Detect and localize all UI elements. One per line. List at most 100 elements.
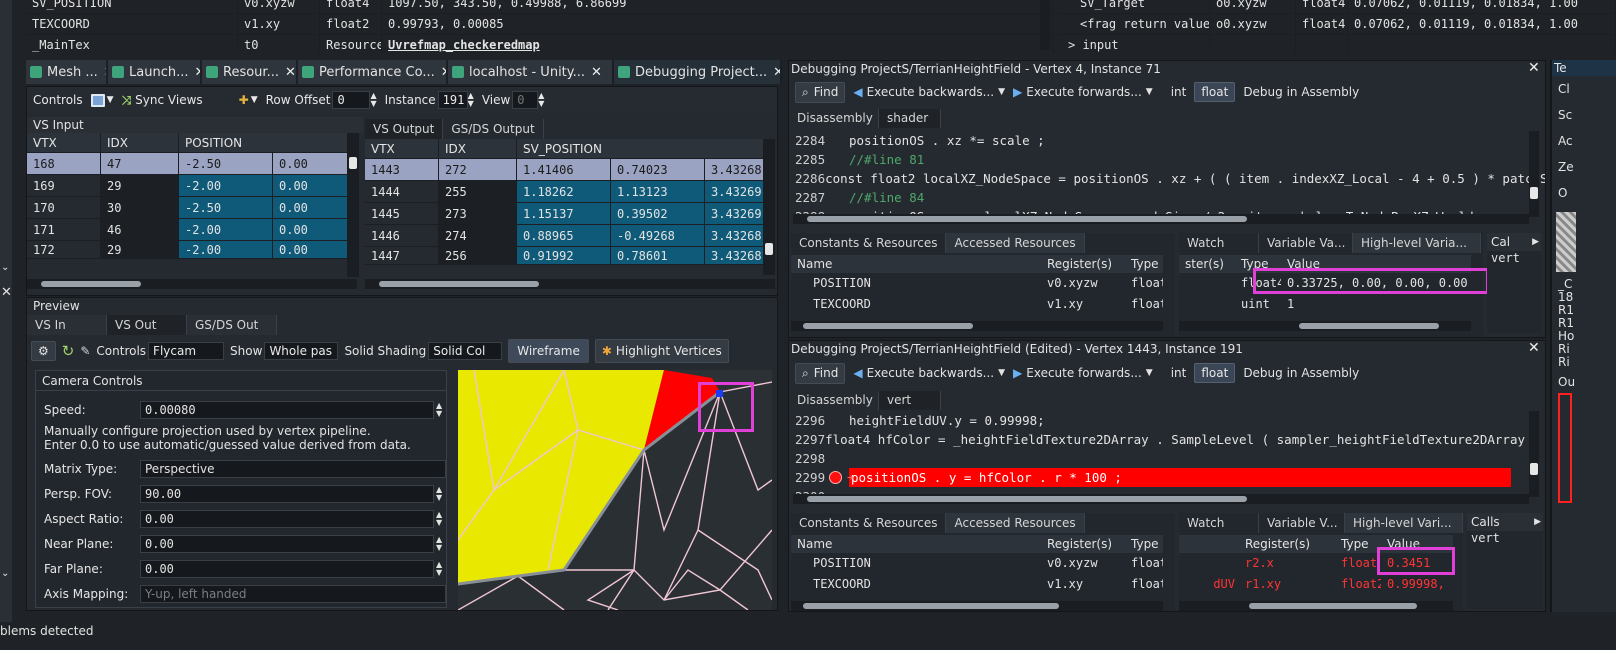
close-icon[interactable]: ✕ [1528, 341, 1540, 356]
tab-accessed-resources[interactable]: Accessed Resources [946, 513, 1085, 533]
close-icon[interactable]: ✕ [285, 65, 296, 80]
int-toggle[interactable]: int [1171, 366, 1187, 380]
breakpoint-icon[interactable] [829, 471, 842, 484]
code-line[interactable]: 2285 //#line 81 [791, 150, 1529, 169]
callstack-entry[interactable]: vert [1467, 531, 1543, 545]
near-input[interactable]: 0.00 [140, 534, 434, 553]
tab-performance[interactable]: Performance Co... ✕ [298, 60, 448, 84]
col-header[interactable]: Register(s) [1041, 255, 1125, 273]
controls-select[interactable]: Flycam [148, 342, 225, 360]
table-row[interactable]: 168 47 -2.50 0.00 [27, 153, 349, 175]
instance-input[interactable]: 191 [437, 91, 468, 109]
table-row[interactable]: TEXCOORD v1.xy float2 0.99793, 0.00085 [26, 14, 1054, 35]
tab-high-level-vars[interactable]: High-level Vari... [1345, 513, 1463, 533]
col-header[interactable] [1179, 535, 1239, 553]
find-button[interactable]: ⌕ Find [795, 81, 846, 103]
find-button[interactable]: ⌕ Find [795, 362, 846, 384]
table-row[interactable]: POSITION v0.xyzw float [791, 273, 1163, 294]
tab-shader[interactable]: shader [879, 109, 941, 128]
col-header[interactable]: Name [791, 255, 1041, 273]
arrow-right-icon[interactable]: ▶ [1532, 233, 1541, 251]
table-row[interactable]: 169 29 -2.00 0.00 [27, 175, 349, 197]
tab-mesh[interactable]: Mesh ...✕ [26, 60, 108, 84]
tab-disassembly[interactable]: Disassembly [789, 391, 879, 410]
close-icon[interactable]: ✕ [1528, 61, 1540, 76]
right-edge-item[interactable]: Sc [1552, 102, 1616, 128]
tab-watch[interactable]: Watch [1179, 513, 1259, 533]
aspect-input[interactable]: 0.00 [140, 509, 434, 528]
chevron-down-icon[interactable]: ▼ [998, 368, 1005, 378]
scrollbar-horizontal[interactable] [365, 279, 775, 289]
shading-select[interactable]: Solid Col [428, 342, 503, 360]
chevron-down-icon[interactable]: ▼ [1146, 87, 1153, 97]
tab-gsds-out[interactable]: GS/DS Out [187, 315, 277, 335]
col-header[interactable]: Type [1335, 535, 1381, 553]
axis-select[interactable]: Y-up, left handed [140, 584, 446, 603]
chevron-down-icon[interactable]: ▼ [251, 95, 258, 105]
scrollbar-vertical[interactable] [1529, 131, 1539, 217]
scrollbar-horizontal[interactable] [1179, 321, 1471, 331]
scrollbar-vertical[interactable] [1040, 0, 1050, 50]
scrollbar-horizontal[interactable] [791, 321, 1163, 331]
tab-resource[interactable]: Resour... ✕ [202, 60, 298, 84]
execute-backwards-button[interactable]: ◀ Execute backwards... ▼ [853, 366, 1005, 380]
texture-thumbnail[interactable] [1556, 212, 1576, 272]
stepper-icon[interactable]: ▲ ▼ [436, 535, 442, 552]
matrix-select[interactable]: Perspective [140, 459, 446, 478]
execute-forwards-button[interactable]: ▶ Execute forwards... ▼ [1013, 366, 1153, 380]
sync-views-button[interactable]: ⤨ Sync Views [122, 93, 203, 108]
row-offset-input[interactable]: 0 [332, 91, 371, 109]
chevron-down-icon[interactable]: ⌄ [1, 568, 9, 579]
scrollbar-horizontal[interactable] [1179, 601, 1453, 611]
tab-vert[interactable]: vert [879, 391, 941, 410]
execute-backwards-button[interactable]: ◀ Execute backwards... ▼ [853, 85, 1005, 99]
puzzle-icon[interactable]: ✚ [239, 93, 249, 107]
table-row[interactable]: 1444 255 1.18262 1.13123 3.43269 [365, 181, 765, 203]
col-header[interactable]: Register(s) [1239, 535, 1335, 553]
right-edge-item[interactable]: Ze [1552, 154, 1616, 180]
stepper-icon[interactable]: ▲ ▼ [538, 92, 544, 108]
close-icon[interactable]: ✕ [441, 65, 446, 80]
code-line[interactable]: 2287 //#line 84 [791, 188, 1529, 207]
table-row[interactable]: 170 30 -2.50 0.00 [27, 197, 349, 219]
stepper-icon[interactable]: ▲ ▼ [436, 401, 442, 418]
table-row[interactable]: 172 29 -2.00 0.00 [27, 241, 349, 259]
expand-input[interactable]: > input [1058, 35, 1210, 52]
callstack-entry[interactable]: vert [1487, 251, 1541, 265]
debug-assembly-toggle[interactable]: Debug in Assembly [1243, 85, 1359, 99]
col-header[interactable]: Name [791, 535, 1041, 553]
scrollbar-horizontal[interactable] [791, 601, 1163, 611]
save-icon[interactable] [90, 93, 105, 107]
right-edge-tab[interactable]: Te [1552, 60, 1616, 76]
table-row[interactable]: <frag return value> o0.xyzw float4 0.070… [1058, 14, 1616, 35]
gear-icon[interactable]: ⚙ [31, 341, 56, 361]
callstack-tab[interactable]: Calls ▶ [1467, 513, 1543, 531]
tab-gsds-output[interactable]: GS/DS Output [443, 119, 544, 139]
float-toggle[interactable]: float [1194, 82, 1236, 102]
table-row[interactable]: uint 1 [1179, 294, 1471, 315]
tab-disassembly[interactable]: Disassembly [789, 109, 879, 128]
chevron-down-icon[interactable]: ▼ [1146, 368, 1153, 378]
stepper-icon[interactable]: ▲ ▼ [468, 92, 474, 108]
tab-watch[interactable]: Watch [1179, 233, 1259, 253]
eyedropper-icon[interactable]: ✎ [80, 344, 90, 358]
col-header[interactable]: Register(s) [1041, 535, 1125, 553]
col-header[interactable]: Type [1125, 535, 1163, 553]
callstack-tab[interactable]: Cal ▶ [1487, 233, 1541, 251]
chevron-down-icon[interactable]: ▼ [998, 87, 1005, 97]
right-edge-item[interactable]: Ou [1552, 373, 1616, 391]
tab-high-level-vars[interactable]: High-level Varia... [1353, 233, 1481, 253]
table-row[interactable]: 1447 256 0.91992 0.78601 3.43268 [365, 247, 765, 265]
speed-input[interactable]: 0.00080 [140, 400, 434, 419]
code-line[interactable]: 2284 positionOS . xz *= scale ; [791, 131, 1529, 150]
stepper-icon[interactable]: ▲ ▼ [436, 560, 442, 577]
far-input[interactable]: 0.00 [140, 559, 434, 578]
tab-debugging[interactable]: Debugging Project... ✕ [614, 60, 782, 84]
tab-accessed-resources[interactable]: Accessed Resources [946, 233, 1085, 253]
table-row[interactable]: SV_POSITION v0.xyzw float4 1097.50, 343.… [26, 0, 1054, 14]
tab-variable-values[interactable]: Variable Va... [1259, 233, 1353, 253]
tab-vs-output[interactable]: VS Output [365, 119, 444, 139]
code-line[interactable]: 2298 [791, 449, 1529, 468]
col-header[interactable]: VTX [27, 133, 101, 152]
close-icon[interactable]: ✕ [773, 65, 780, 80]
